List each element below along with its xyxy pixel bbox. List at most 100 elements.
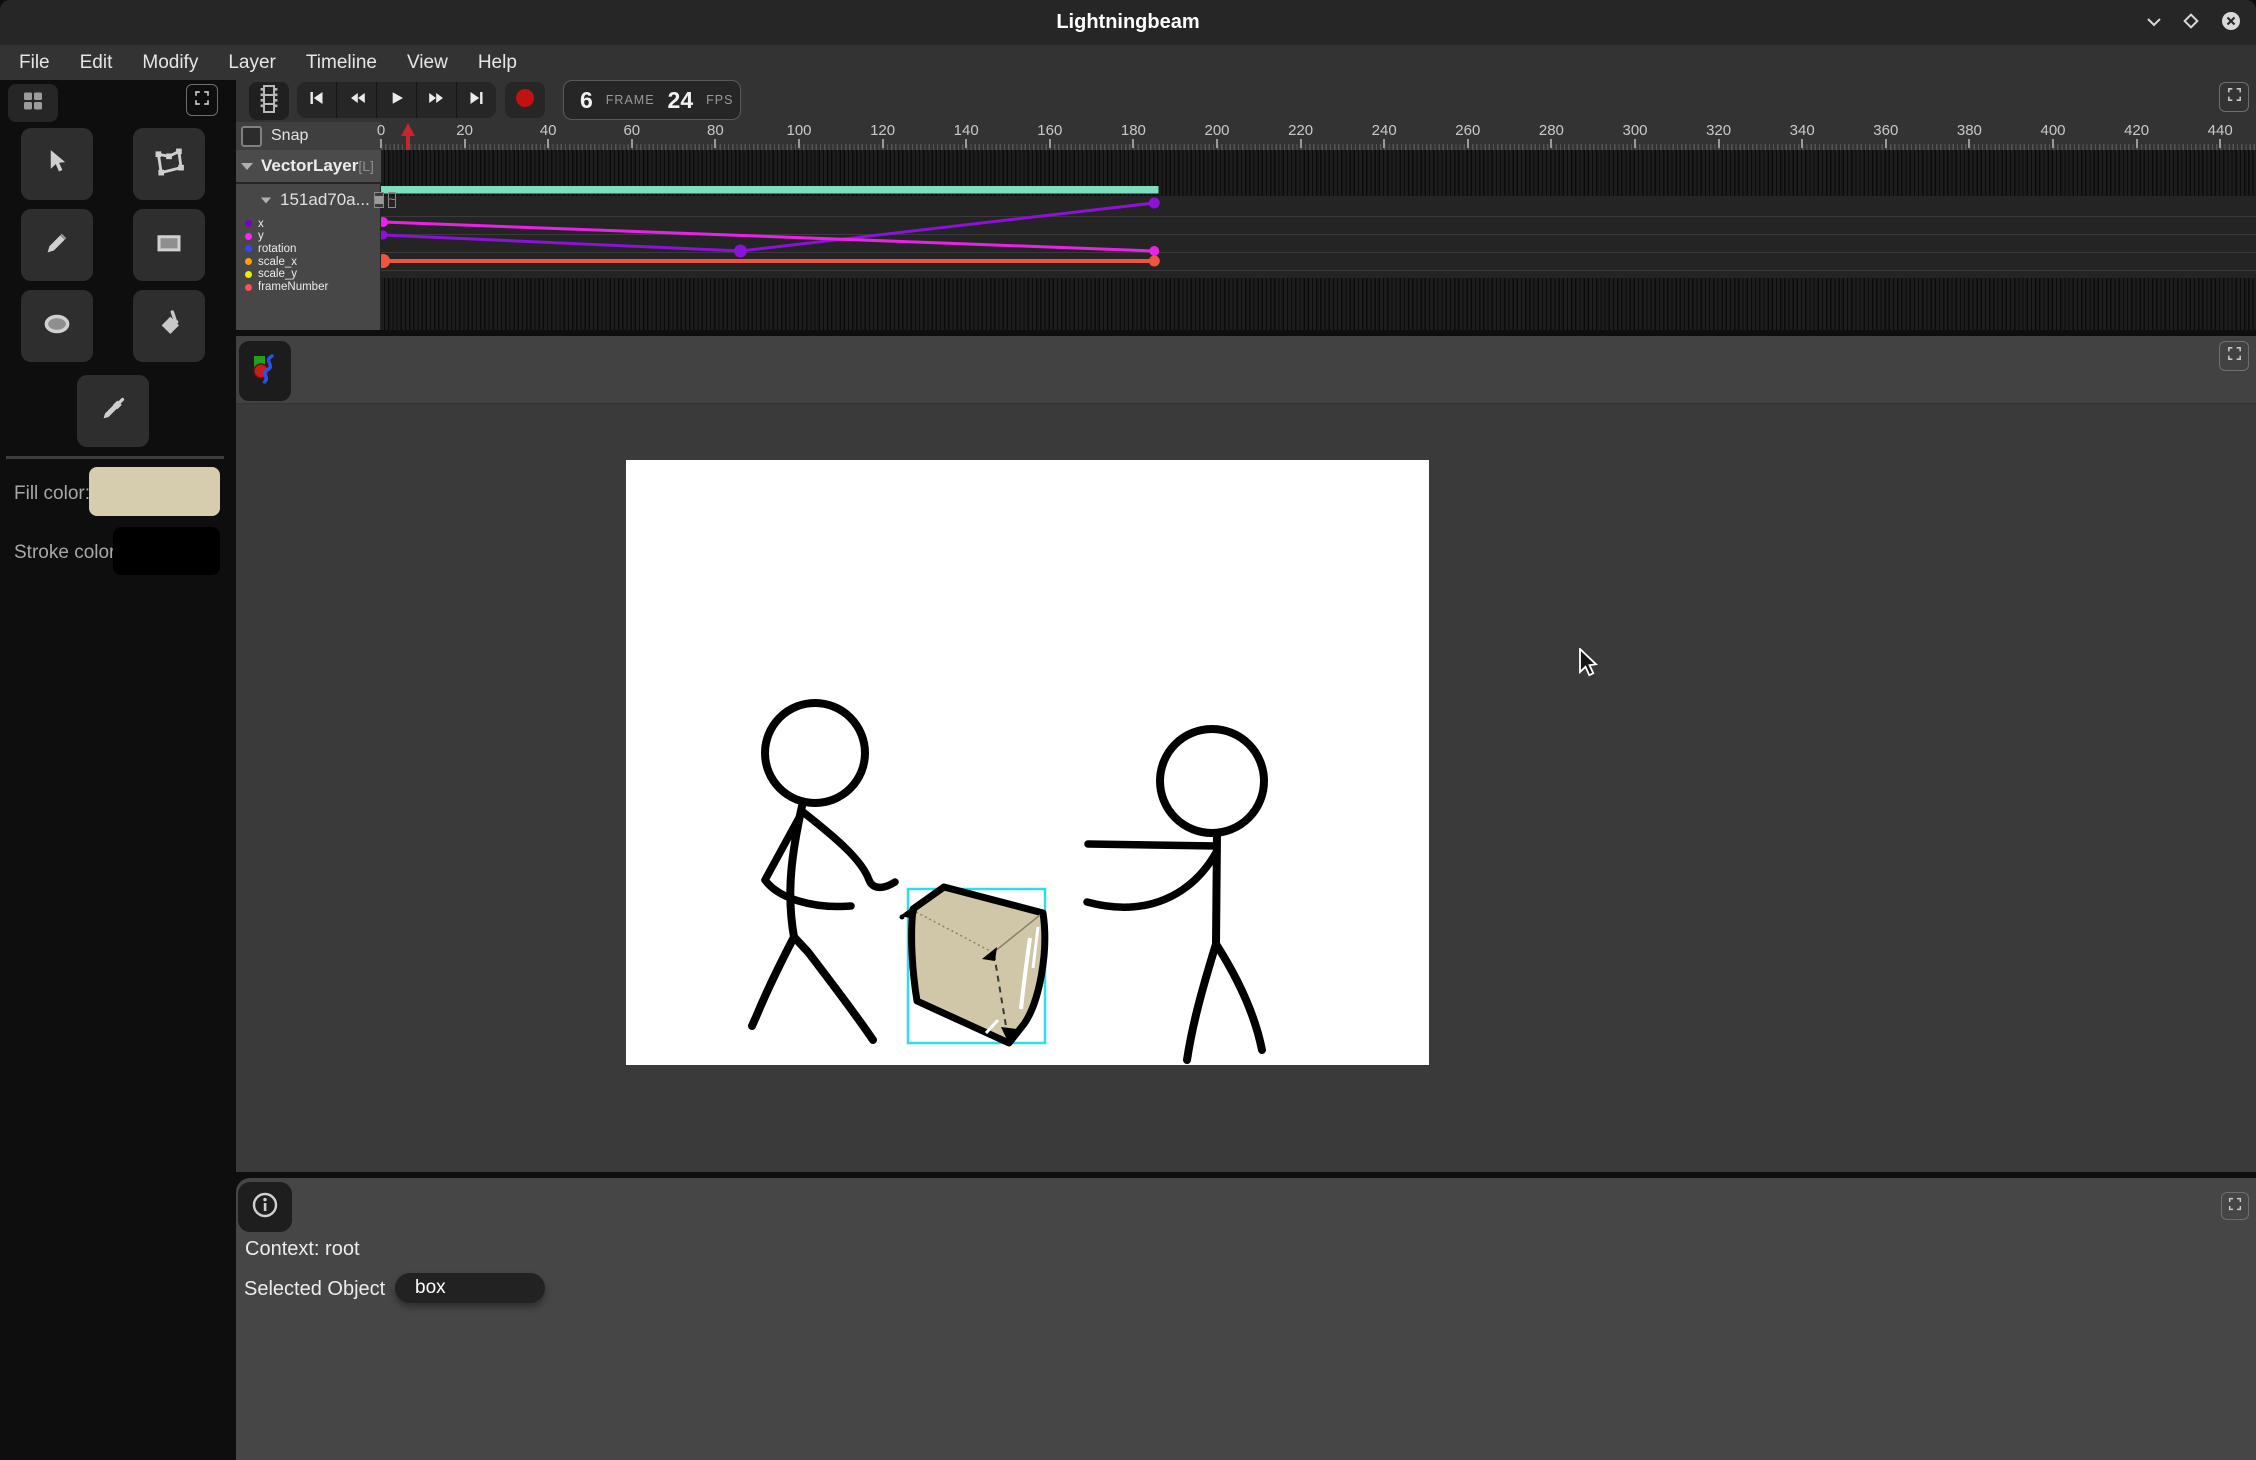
tools-expand-button[interactable]: [186, 84, 218, 116]
pencil-icon: [42, 228, 72, 263]
timeline-ruler[interactable]: 0204060801001201401601802002202402602803…: [381, 122, 2256, 150]
ruler-tick: [965, 139, 967, 148]
play-button[interactable]: [377, 82, 417, 118]
ruler-label-440: 440: [2198, 122, 2242, 139]
stroke-color-swatch[interactable]: [113, 527, 220, 575]
ellipse-tool-button[interactable]: [21, 290, 93, 362]
keyframe-square-button[interactable]: [374, 192, 384, 208]
transport-controls: [297, 82, 496, 118]
rewind-icon: [347, 89, 367, 112]
pencil-tool-button[interactable]: [21, 209, 93, 281]
tween-tilde-button[interactable]: ~: [388, 192, 396, 208]
info-button[interactable]: [238, 1182, 292, 1232]
frame-value[interactable]: 6: [580, 87, 593, 114]
skip-end-button[interactable]: [457, 82, 496, 118]
selected-object-label: Selected Object: [244, 1278, 385, 1301]
ruler-tick: [2136, 139, 2138, 148]
ruler-tick: [631, 139, 633, 148]
diamond-icon: [2181, 11, 2201, 36]
menu-file[interactable]: File: [4, 45, 65, 80]
layer-row-vectorlayer[interactable]: VectorLayer [L]: [236, 150, 381, 184]
ruler-label-0: 0: [359, 122, 403, 139]
layer-name: VectorLayer: [261, 156, 358, 176]
skip-start-icon: [307, 89, 326, 112]
ruler-tick: [882, 139, 884, 148]
fast-forward-button[interactable]: [417, 82, 457, 118]
menu-help[interactable]: Help: [463, 45, 532, 80]
menu-modify[interactable]: Modify: [127, 45, 213, 80]
timeline-frames[interactable]: [381, 150, 2256, 330]
grid-icon: [21, 90, 45, 117]
stage[interactable]: [626, 460, 1429, 1065]
fps-value[interactable]: 24: [668, 87, 694, 114]
menu-view[interactable]: View: [392, 45, 463, 80]
selected-object-value[interactable]: box: [395, 1273, 545, 1303]
property-color-dot: [245, 220, 252, 227]
fps-label: FPS: [706, 93, 733, 107]
minimize-button[interactable]: [2141, 10, 2167, 36]
ruler-tick: [1132, 139, 1134, 148]
collapse-triangle-icon[interactable]: [261, 197, 271, 203]
info-expand-button[interactable]: [2221, 1192, 2249, 1220]
keyframe-dot-x: [381, 231, 388, 240]
select-tool-button[interactable]: [21, 128, 93, 200]
canvas-tab-button[interactable]: [239, 341, 291, 401]
menu-edit[interactable]: Edit: [65, 45, 128, 80]
context-label: Context: root: [245, 1238, 360, 1261]
property-color-dot: [245, 284, 252, 291]
tool-sidebar: Fill color: Stroke color:: [0, 80, 236, 1460]
ruler-label-80: 80: [693, 122, 737, 139]
animation-curves[interactable]: [381, 150, 2256, 330]
film-icon: [257, 84, 281, 119]
frame-label: FRAME: [606, 93, 655, 107]
canvas-expand-button[interactable]: [2219, 341, 2249, 371]
property-row-frameNumber[interactable]: frameNumber: [245, 281, 328, 294]
fill-color-swatch[interactable]: [89, 467, 220, 516]
ruler-tick: [547, 139, 549, 148]
sublayer-row[interactable]: 151ad70a... ~: [236, 188, 381, 212]
rectangle-tool-button[interactable]: [133, 209, 205, 281]
ruler-label-200: 200: [1195, 122, 1239, 139]
property-row-rotation[interactable]: rotation: [245, 242, 296, 255]
property-row-scale_y[interactable]: scale_y: [245, 268, 297, 281]
property-name: frameNumber: [258, 281, 328, 293]
snap-checkbox[interactable]: [241, 126, 262, 147]
menu-bar: FileEditModifyLayerTimelineViewHelp: [0, 45, 2256, 80]
menu-layer[interactable]: Layer: [213, 45, 291, 80]
stick-figure-left: [752, 703, 895, 1040]
transform-tool-button[interactable]: [133, 128, 205, 200]
rewind-button[interactable]: [337, 82, 377, 118]
film-button[interactable]: [249, 82, 289, 120]
collapse-triangle-icon[interactable]: [241, 163, 253, 170]
timeline-expand-button[interactable]: [2219, 82, 2249, 112]
ruler-label-360: 360: [1864, 122, 1908, 139]
mouse-cursor: [1578, 648, 1602, 683]
record-button[interactable]: [505, 82, 545, 118]
property-row-scale_x[interactable]: scale_x: [245, 255, 297, 268]
property-name: x: [258, 218, 264, 230]
box-object: [900, 887, 1046, 1046]
paint-bucket-tool-button[interactable]: [133, 290, 205, 362]
ruler-tick: [1550, 139, 1552, 148]
skip-start-button[interactable]: [297, 82, 337, 118]
sublayer-name: 151ad70a...: [280, 190, 370, 210]
keyframe-dot-frameNumber: [1149, 256, 1160, 267]
eyedropper-tool-button[interactable]: [77, 375, 149, 447]
panel-grid-button[interactable]: [8, 84, 58, 122]
keyframe-dot-x: [1149, 198, 1160, 209]
maximize-button[interactable]: [2178, 10, 2204, 36]
ruler-tick: [714, 139, 716, 148]
property-row-y[interactable]: y: [245, 230, 264, 243]
rectangle-icon: [153, 228, 185, 263]
fast-forward-icon: [427, 89, 447, 112]
menu-timeline[interactable]: Timeline: [291, 45, 392, 80]
expand-icon: [2226, 345, 2243, 367]
ruler-label-120: 120: [861, 122, 905, 139]
stick-figure-right: [1087, 729, 1264, 1060]
window-title: Lightningbeam: [0, 11, 2256, 34]
ruler-label-40: 40: [526, 122, 570, 139]
ruler-label-100: 100: [777, 122, 821, 139]
skip-end-icon: [467, 89, 486, 112]
close-button[interactable]: [2218, 10, 2244, 36]
property-row-x[interactable]: x: [245, 217, 264, 230]
